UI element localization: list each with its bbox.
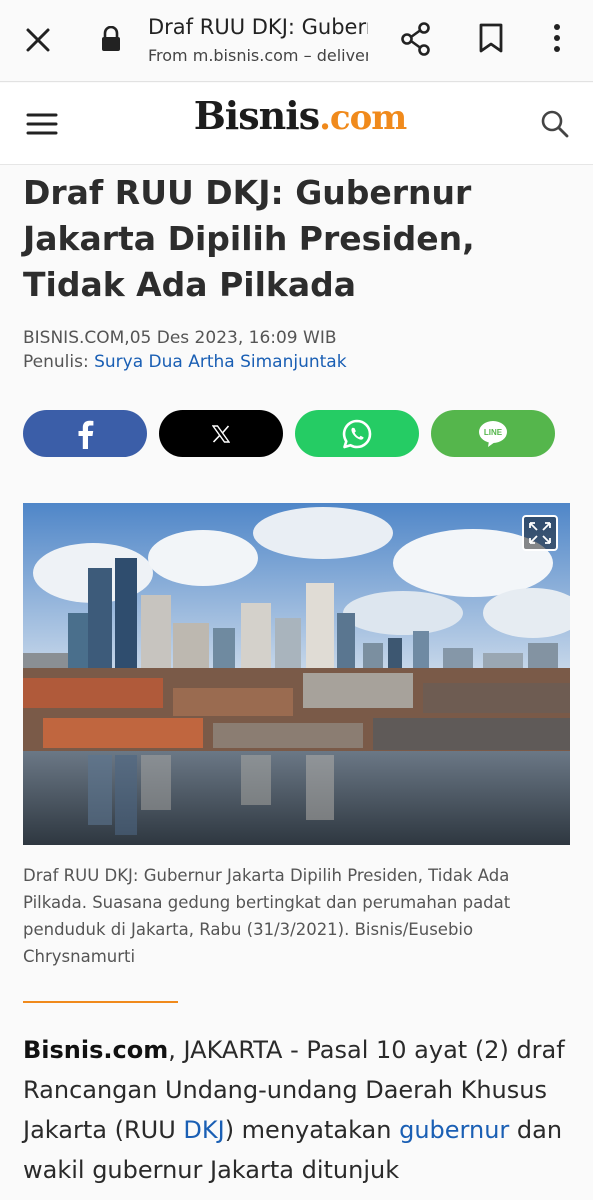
share-facebook-button[interactable]: [23, 410, 147, 457]
logo-dot-com: .com: [319, 98, 407, 138]
link-dkj[interactable]: DKJ: [183, 1116, 224, 1144]
page-title: Draf RUU DKJ: Gubernur Jakarta Dipilih P…: [148, 15, 368, 39]
article-author: Penulis: Surya Dua Artha Simanjuntak: [23, 352, 347, 372]
bookmark-icon[interactable]: [478, 22, 504, 54]
logo-main: Bisnis: [193, 93, 320, 138]
browser-toolbar: Draf RUU DKJ: Gubernur Jakarta Dipilih P…: [0, 0, 593, 82]
whatsapp-icon: [342, 419, 372, 448]
hamburger-menu-icon[interactable]: [26, 111, 58, 137]
author-link[interactable]: Surya Dua Artha Simanjuntak: [94, 352, 346, 372]
body-brand[interactable]: Bisnis.com: [23, 1036, 168, 1064]
site-header: Bisnis .com: [0, 83, 593, 165]
author-label: Penulis:: [23, 352, 89, 372]
share-icon[interactable]: [400, 22, 432, 56]
expand-photo-button[interactable]: [522, 515, 558, 551]
line-icon: LINE: [479, 420, 507, 447]
share-line-button[interactable]: LINE: [431, 410, 555, 457]
site-logo[interactable]: Bisnis .com: [190, 93, 410, 153]
article-body: Bisnis.com, JAKARTA - Pasal 10 ayat (2) …: [23, 1030, 573, 1190]
caption-divider: [23, 1001, 178, 1003]
share-bar: LINE: [23, 410, 563, 458]
facebook-icon: [78, 420, 94, 449]
share-whatsapp-button[interactable]: [295, 410, 419, 457]
share-x-button[interactable]: [159, 410, 283, 457]
line-label: LINE: [484, 428, 503, 437]
more-vert-icon[interactable]: [548, 22, 566, 54]
link-gubernur[interactable]: gubernur: [399, 1116, 509, 1144]
article-photo[interactable]: [23, 503, 570, 845]
article-headline: Draf RUU DKJ: Gubernur Jakarta Dipilih P…: [23, 173, 475, 304]
fullscreen-icon: [529, 522, 551, 544]
search-icon[interactable]: [540, 109, 570, 139]
x-icon: [212, 424, 230, 443]
close-icon[interactable]: [22, 24, 54, 56]
photo-caption: Draf RUU DKJ: Gubernur Jakarta Dipilih P…: [23, 866, 511, 966]
page-url: From m.bisnis.com – delivered by Google: [148, 46, 368, 65]
lock-icon: [102, 26, 120, 51]
article-source-date: BISNIS.COM,05 Des 2023, 16:09 WIB: [23, 328, 337, 348]
body-text-2: ) menyatakan: [224, 1116, 400, 1144]
